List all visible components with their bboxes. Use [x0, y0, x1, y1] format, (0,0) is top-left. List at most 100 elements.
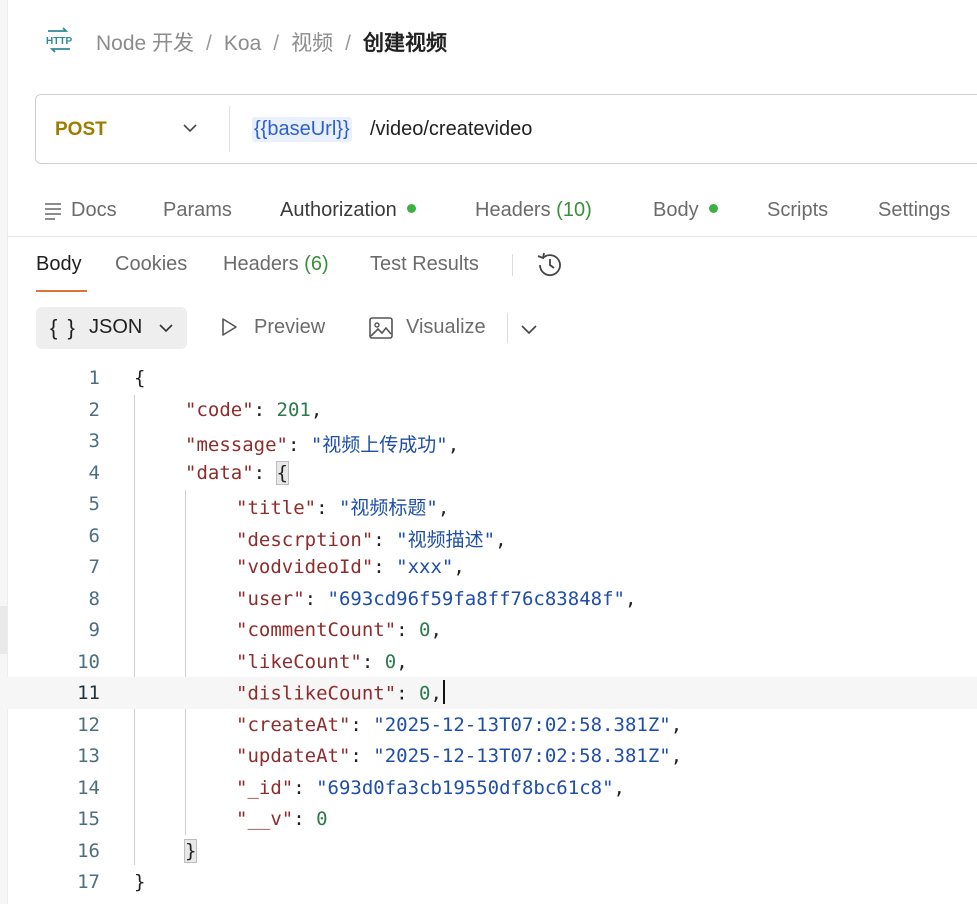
json-punctuation: :: [253, 398, 277, 421]
toolbar-divider: [507, 313, 508, 343]
code-content: "user": "693cd96f59fa8ff76c83848f",: [236, 588, 636, 610]
response-tab-test-results[interactable]: Test Results: [370, 253, 479, 276]
tabs-separator: [512, 254, 513, 276]
code-content: }: [134, 871, 145, 893]
json-string: "视频描述": [396, 528, 496, 551]
tab-params[interactable]: Params: [163, 199, 232, 222]
play-icon[interactable]: [218, 316, 240, 338]
line-number: 17: [77, 871, 100, 893]
text-cursor: [442, 680, 445, 704]
code-content: "likeCount": 0,: [236, 651, 408, 673]
json-string: "2025-12-13T07:02:58.381Z": [373, 745, 671, 767]
line-number: 13: [77, 745, 100, 767]
code-content: "code": 201,: [185, 399, 322, 421]
json-string: "视频标题": [338, 497, 438, 519]
json-number: 0: [419, 682, 431, 705]
code-line[interactable]: 9 "commentCount": 0,: [0, 614, 977, 646]
json-punctuation: :: [293, 808, 317, 830]
code-content: "descrption": "视频描述",: [236, 525, 507, 552]
json-key: "data": [185, 461, 254, 484]
code-content: "__v": 0: [236, 808, 328, 830]
code-content: "vodvideoId": "xxx",: [236, 556, 465, 578]
code-line[interactable]: 12 "createAt": "2025-12-13T07:02:58.381Z"…: [0, 709, 977, 741]
line-number: 16: [77, 839, 100, 862]
breadcrumb-separator: /: [206, 32, 212, 55]
docs-icon: [45, 203, 61, 220]
svg-text:HTTP: HTTP: [46, 36, 72, 47]
code-content: "createAt": "2025-12-13T07:02:58.381Z",: [236, 714, 682, 736]
code-line[interactable]: 1{: [0, 362, 977, 394]
active-tab-underline: [36, 290, 87, 292]
code-line[interactable]: 7 "vodvideoId": "xxx",: [0, 551, 977, 583]
json-punctuation: :: [304, 587, 328, 610]
tab-headers[interactable]: Headers (10): [475, 199, 592, 222]
json-key: "descrption": [236, 528, 374, 551]
code-line[interactable]: 10 "likeCount": 0,: [0, 646, 977, 678]
json-punctuation: ,: [437, 497, 450, 519]
image-icon[interactable]: [368, 315, 394, 341]
json-number: 0: [316, 808, 328, 830]
line-number: 4: [88, 461, 100, 484]
response-tab-headers[interactable]: Headers (6): [223, 253, 329, 276]
http-icon: HTTP: [46, 27, 72, 53]
breadcrumb-item-folder[interactable]: Koa: [224, 32, 261, 55]
preview-button[interactable]: Preview: [254, 316, 325, 339]
tab-scripts[interactable]: Scripts: [767, 199, 828, 222]
url-input[interactable]: /video/createvideo: [370, 118, 532, 141]
json-punctuation: {: [134, 367, 146, 389]
response-tab-cookies[interactable]: Cookies: [115, 253, 187, 276]
json-punctuation: ,: [430, 619, 442, 641]
breadcrumb: Node 开发 / Koa / 视频 / 创建视频: [96, 27, 447, 57]
json-key: "title": [236, 497, 317, 519]
json-punctuation: ,: [310, 398, 323, 421]
json-punctuation: ,: [396, 650, 408, 673]
json-punctuation: ,: [495, 528, 507, 551]
response-body-editor[interactable]: 1{2 "code": 201, 3 "message": "视频上传成功", 4 "da…: [0, 362, 977, 898]
code-line[interactable]: 6 "descrption": "视频描述",: [0, 520, 977, 552]
code-line[interactable]: 4 "data": {: [0, 457, 977, 489]
json-punctuation: ,: [453, 556, 465, 578]
json-punctuation: ,: [430, 682, 442, 705]
tab-authorization[interactable]: Authorization: [280, 199, 416, 222]
line-number: 12: [77, 713, 100, 736]
line-number: 7: [88, 556, 100, 578]
history-icon[interactable]: [534, 251, 564, 279]
breadcrumb-current-request[interactable]: 创建视频: [363, 32, 447, 55]
json-punctuation: :: [253, 461, 277, 484]
http-method-select[interactable]: POST: [55, 119, 107, 141]
code-line[interactable]: 17}: [0, 866, 977, 898]
chevron-down-icon[interactable]: [182, 120, 198, 136]
chevron-down-icon[interactable]: [520, 320, 538, 338]
chevron-down-icon: [159, 324, 173, 333]
code-line[interactable]: 13 "updateAt": "2025-12-13T07:02:58.381Z"…: [0, 740, 977, 772]
code-line[interactable]: 3 "message": "视频上传成功",: [0, 425, 977, 457]
json-punctuation: :: [396, 619, 420, 641]
code-content: "data": {: [185, 460, 290, 485]
tab-settings[interactable]: Settings: [878, 199, 950, 222]
json-punctuation: ,: [670, 745, 683, 767]
code-line[interactable]: 16}: [0, 835, 977, 867]
line-number: 9: [88, 619, 100, 641]
code-line[interactable]: 11 "dislikeCount": 0,: [0, 677, 977, 709]
url-variable[interactable]: {{baseUrl}}: [252, 117, 352, 142]
breadcrumb-item-subfolder[interactable]: 视频: [291, 32, 333, 55]
json-punctuation: :: [293, 776, 317, 799]
code-line[interactable]: 2 "code": 201,: [0, 394, 977, 426]
line-number: 6: [88, 524, 100, 547]
tab-body[interactable]: Body: [653, 199, 718, 222]
json-punctuation: ,: [670, 713, 683, 736]
response-tab-body[interactable]: Body: [36, 253, 82, 276]
json-key: "__v": [236, 808, 294, 830]
breadcrumb-item-collection[interactable]: Node 开发: [96, 32, 194, 55]
code-content: "dislikeCount": 0,: [236, 680, 445, 706]
code-line[interactable]: 5 "title": "视频标题",: [0, 488, 977, 520]
json-punctuation: :: [350, 713, 374, 736]
json-string: "视频上传成功": [310, 434, 448, 456]
visualize-button[interactable]: Visualize: [406, 316, 486, 339]
tab-docs[interactable]: Docs: [71, 199, 117, 222]
json-key: "vodvideoId": [236, 556, 374, 578]
code-line[interactable]: 14 "_id": "693d0fa3cb19550df8bc61c8",: [0, 772, 977, 804]
code-line[interactable]: 8 "user": "693cd96f59fa8ff76c83848f",: [0, 583, 977, 615]
code-line[interactable]: 15 "__v": 0: [0, 803, 977, 835]
json-punctuation: ,: [447, 434, 460, 456]
